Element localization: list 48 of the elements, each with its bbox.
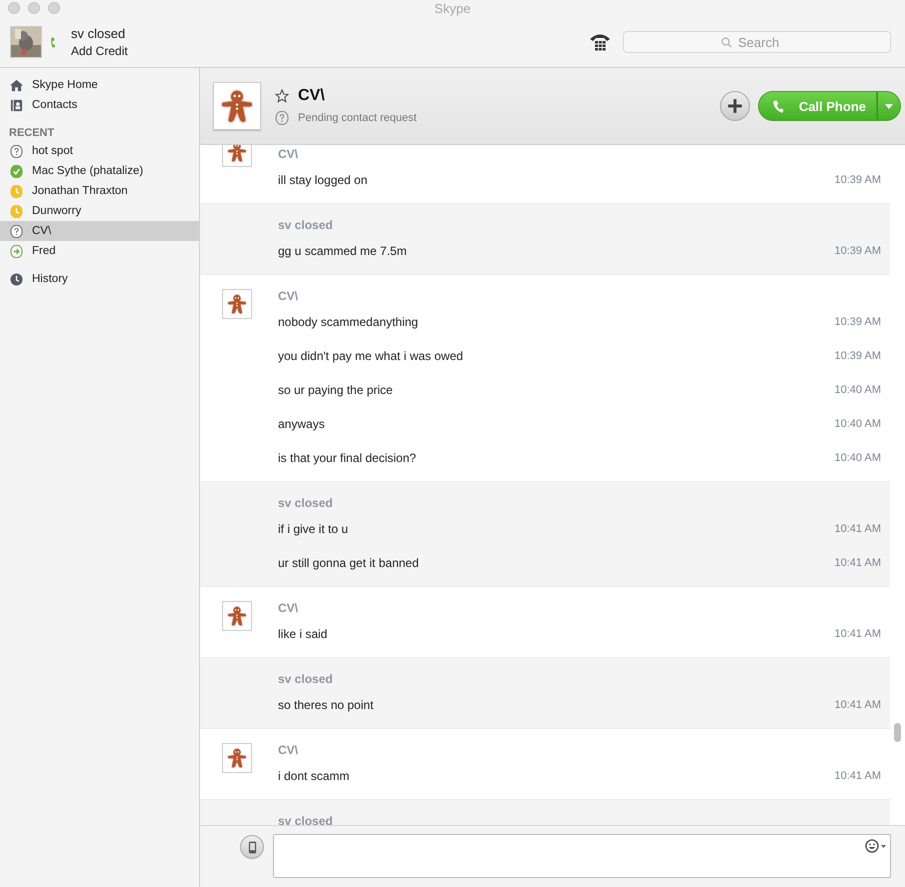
- message-text: i dont scamm: [278, 769, 350, 783]
- message-time: 10:40 AM: [834, 452, 881, 464]
- sidebar-item[interactable]: Contacts: [0, 95, 199, 115]
- message-time: 10:40 AM: [834, 384, 881, 396]
- window-title: Skype: [434, 1, 471, 16]
- message-text: anyways: [278, 417, 325, 431]
- sender-name: CV\: [278, 742, 300, 759]
- message-time: 10:41 AM: [834, 557, 881, 569]
- message-time: 10:41 AM: [834, 699, 881, 711]
- contact-status: Pending contact request: [298, 112, 417, 124]
- contact-item[interactable]: Fred: [0, 241, 199, 261]
- message-time: 10:40 AM: [834, 418, 881, 430]
- section-heading: RECENT: [8, 126, 56, 141]
- sender-name: sv closed: [278, 217, 334, 234]
- account-name: sv closed: [71, 26, 126, 41]
- contact-name: CV\: [298, 87, 325, 105]
- sidebar-item[interactable]: Skype Home: [0, 75, 199, 95]
- message-time: 10:41 AM: [834, 770, 881, 782]
- sender-name: sv closed: [278, 671, 334, 688]
- message-time: 10:41 AM: [834, 523, 881, 535]
- contact-item[interactable]: Dunworry: [0, 201, 199, 221]
- message-time: 10:39 AM: [834, 245, 881, 257]
- message-time: 10:39 AM: [834, 316, 881, 328]
- message-text: nobody scammedanything: [278, 315, 418, 329]
- add-credit-link[interactable]: Add Credit: [71, 44, 128, 58]
- message-text: so theres no point: [278, 698, 374, 712]
- contact-item[interactable]: CV\: [0, 221, 199, 241]
- message-text: you didn't pay me what i was owed: [278, 349, 464, 363]
- sender-name: CV\: [278, 288, 300, 305]
- search-field[interactable]: Search: [623, 31, 891, 53]
- message-time: 10:39 AM: [834, 174, 881, 186]
- contact-item[interactable]: Jonathan Thraxton: [0, 181, 199, 201]
- contact-item[interactable]: Mac Sythe (phatalize): [0, 161, 199, 181]
- sender-name: sv closed: [278, 495, 334, 512]
- message-text: like i said: [278, 627, 328, 641]
- message-time: 10:41 AM: [834, 628, 881, 640]
- sender-name: CV\: [278, 146, 300, 163]
- message-text: ur still gonna get it banned: [278, 556, 419, 570]
- contact-item[interactable]: hot spot: [0, 141, 199, 161]
- message-time: 10:39 AM: [834, 350, 881, 362]
- sender-name: CV\: [278, 600, 300, 617]
- message-text: so ur paying the price: [278, 383, 393, 397]
- message-text: is that your final decision?: [278, 451, 416, 465]
- message-text: gg u scammed me 7.5m: [278, 244, 407, 258]
- sidebar-item[interactable]: History: [0, 269, 199, 289]
- message-text: if i give it to u: [278, 522, 348, 536]
- message-text: ill stay logged on: [278, 173, 368, 187]
- sender-name: sv closed: [278, 813, 334, 825]
